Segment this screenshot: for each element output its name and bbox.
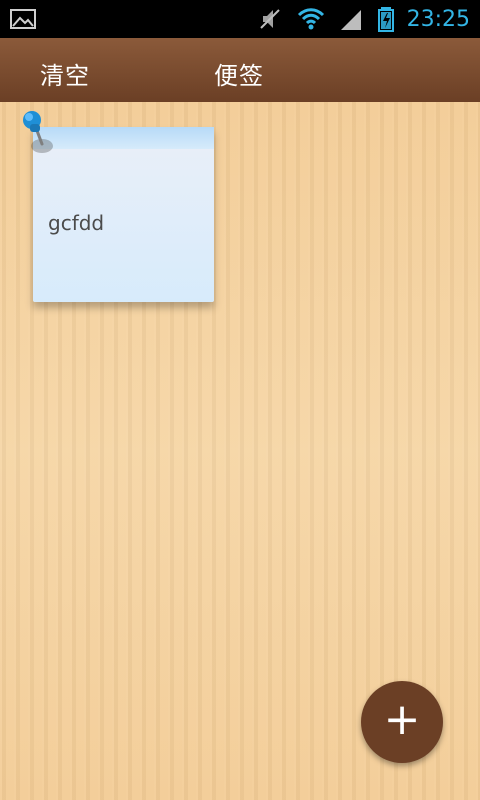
note-card[interactable]: gcfdd	[33, 127, 214, 302]
signal-icon	[340, 10, 361, 30]
image-icon	[10, 9, 36, 29]
note-topband	[33, 127, 214, 149]
status-time: 23:25	[406, 6, 470, 32]
plus-icon: +	[383, 694, 421, 745]
status-bar: 23:25	[0, 0, 480, 38]
mute-icon	[259, 9, 280, 29]
pushpin-icon	[23, 111, 53, 153]
note-text: gcfdd	[48, 211, 105, 235]
page-title: 便签	[214, 62, 264, 90]
toolbar: 清空 便签	[0, 38, 480, 102]
status-right: 23:25	[257, 0, 470, 38]
battery-icon	[377, 7, 394, 32]
clear-button[interactable]: 清空	[40, 56, 90, 91]
add-note-button[interactable]: +	[361, 681, 443, 763]
wifi-icon	[297, 8, 324, 30]
